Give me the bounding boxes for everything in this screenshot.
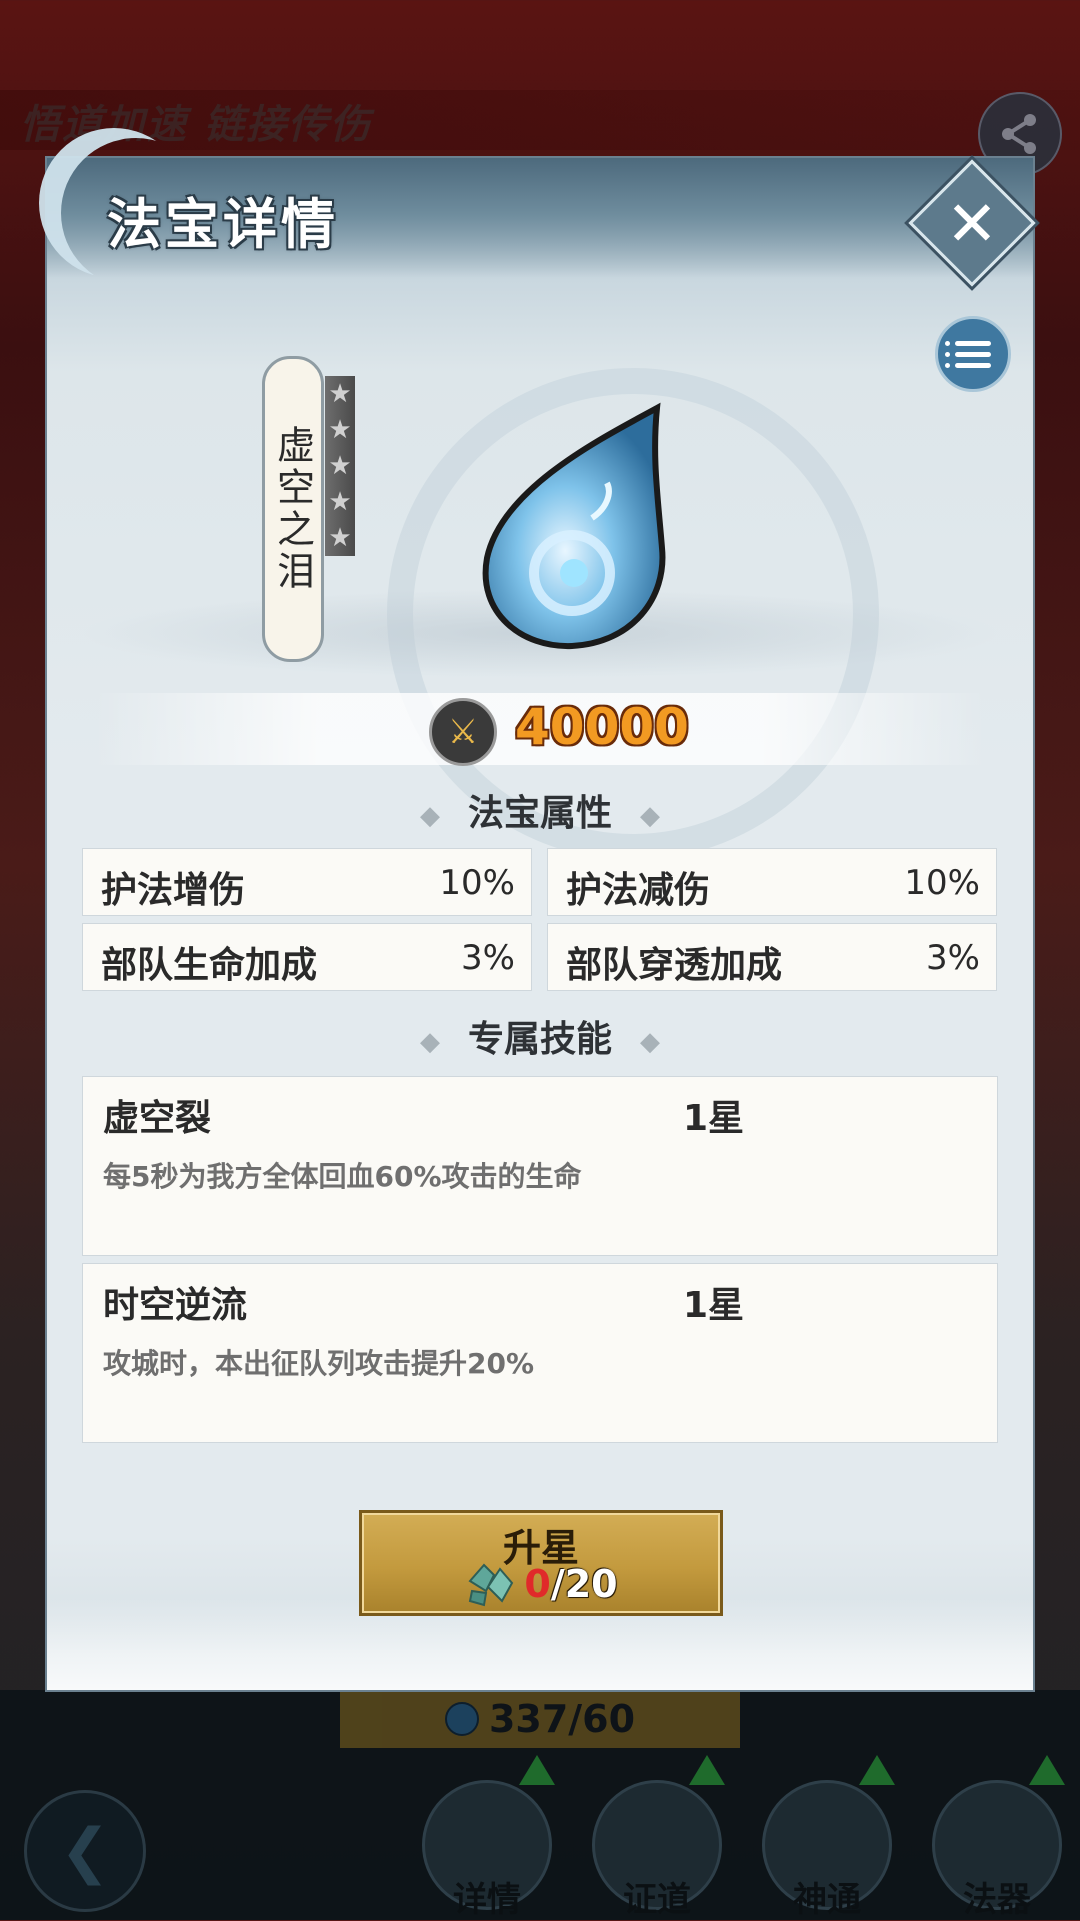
diamond-ornament-icon: ◆ (640, 1027, 660, 1057)
skill-card: 虚空裂 1星 每5秒为我方全体回血60%攻击的生命 (82, 1076, 998, 1256)
diamond-ornament-icon: ◆ (419, 801, 440, 831)
tab-dao-label: 证道 (623, 1880, 691, 1920)
upgrade-star-button[interactable]: 升星 0/20 (359, 1510, 723, 1616)
close-icon: ✕ (946, 186, 998, 260)
attributes-title-text: 法宝属性 (467, 792, 612, 834)
star-icon: ★ (328, 379, 352, 409)
upgrade-arrow-icon (859, 1755, 895, 1785)
tab-details-label: 详情 (453, 1880, 521, 1920)
star-rating: ★ ★ ★ ★ ★ (325, 376, 355, 556)
jade-fragment-icon (464, 1561, 516, 1607)
tab-artifact-label: 法器 (963, 1880, 1031, 1920)
attributes-section-title: ◆ 法宝属性 ◆ (47, 784, 1033, 836)
attribute-name: 部队生命加成 (101, 944, 318, 986)
attribute-value: 3% (461, 938, 515, 978)
upgrade-cost: 0/20 (362, 1561, 720, 1607)
material-owned: 0 (524, 1562, 551, 1606)
tab-power-label: 神通 (793, 1880, 861, 1920)
upgrade-arrow-icon (1029, 1755, 1065, 1785)
treasure-detail-dialog: 法宝详情 ✕ 虚空之泪 ★ ★ ★ ★ ★ ⚔ 40000 ◆ 法宝属性 ◆ 护… (47, 158, 1036, 1690)
tab-dao[interactable]: 证道 (592, 1755, 725, 1920)
attribute-value: 3% (926, 938, 980, 978)
material-required: /20 (550, 1562, 618, 1606)
attribute-cell: 护法增伤 10% (82, 848, 532, 916)
tab-power[interactable]: 神通 (762, 1755, 895, 1920)
orb-icon (444, 1702, 479, 1736)
dialog-title: 法宝详情 (107, 192, 339, 256)
attribute-cell: 护法减伤 10% (547, 848, 997, 916)
treasure-name-plaque: 虚空之泪 (262, 356, 324, 662)
skills-section-title: ◆ 专属技能 ◆ (47, 1010, 1033, 1062)
skills-title-text: 专属技能 (467, 1018, 612, 1060)
attribute-name: 护法增伤 (101, 869, 246, 911)
star-icon: ★ (328, 523, 352, 553)
diamond-ornament-icon: ◆ (419, 1027, 440, 1057)
share-icon (1002, 114, 1036, 154)
star-icon: ★ (328, 415, 352, 445)
skill-name: 虚空裂 (103, 1097, 212, 1139)
upgrade-arrow-icon (689, 1755, 725, 1785)
background-cost-value: 337/60 (488, 1697, 636, 1741)
tab-details[interactable]: 详情 (422, 1755, 555, 1920)
sword-power-icon: ⚔ (429, 698, 497, 766)
back-button[interactable]: ❮ (24, 1790, 146, 1912)
list-menu-icon (945, 340, 991, 346)
background-cost: 337/60 (340, 1690, 740, 1748)
treasure-name: 虚空之泪 (270, 425, 315, 593)
skill-description: 攻城时，本出征队列攻击提升20% (103, 1347, 535, 1380)
star-icon: ★ (328, 487, 352, 517)
power-value: 40000 (515, 698, 689, 756)
attribute-value: 10% (904, 863, 980, 903)
attribute-value: 10% (439, 863, 515, 903)
skill-level: 1星 (683, 1098, 745, 1139)
attribute-cell: 部队生命加成 3% (82, 923, 532, 991)
skill-card: 时空逆流 1星 攻城时，本出征队列攻击提升20% (82, 1263, 998, 1443)
diamond-ornament-icon: ◆ (640, 801, 660, 831)
attribute-name: 部队穿透加成 (566, 944, 783, 986)
skill-name: 时空逆流 (103, 1284, 248, 1326)
upgrade-arrow-icon (519, 1755, 555, 1785)
skill-description: 每5秒为我方全体回血60%攻击的生命 (103, 1160, 582, 1193)
back-arrow-icon: ❮ (59, 1816, 111, 1886)
tab-artifact[interactable]: 法器 (932, 1755, 1065, 1920)
attribute-cell: 部队穿透加成 3% (547, 923, 997, 991)
water-drop-icon (442, 398, 702, 658)
attribute-name: 护法减伤 (566, 869, 711, 911)
skill-level: 1星 (683, 1285, 745, 1326)
star-icon: ★ (328, 451, 352, 481)
